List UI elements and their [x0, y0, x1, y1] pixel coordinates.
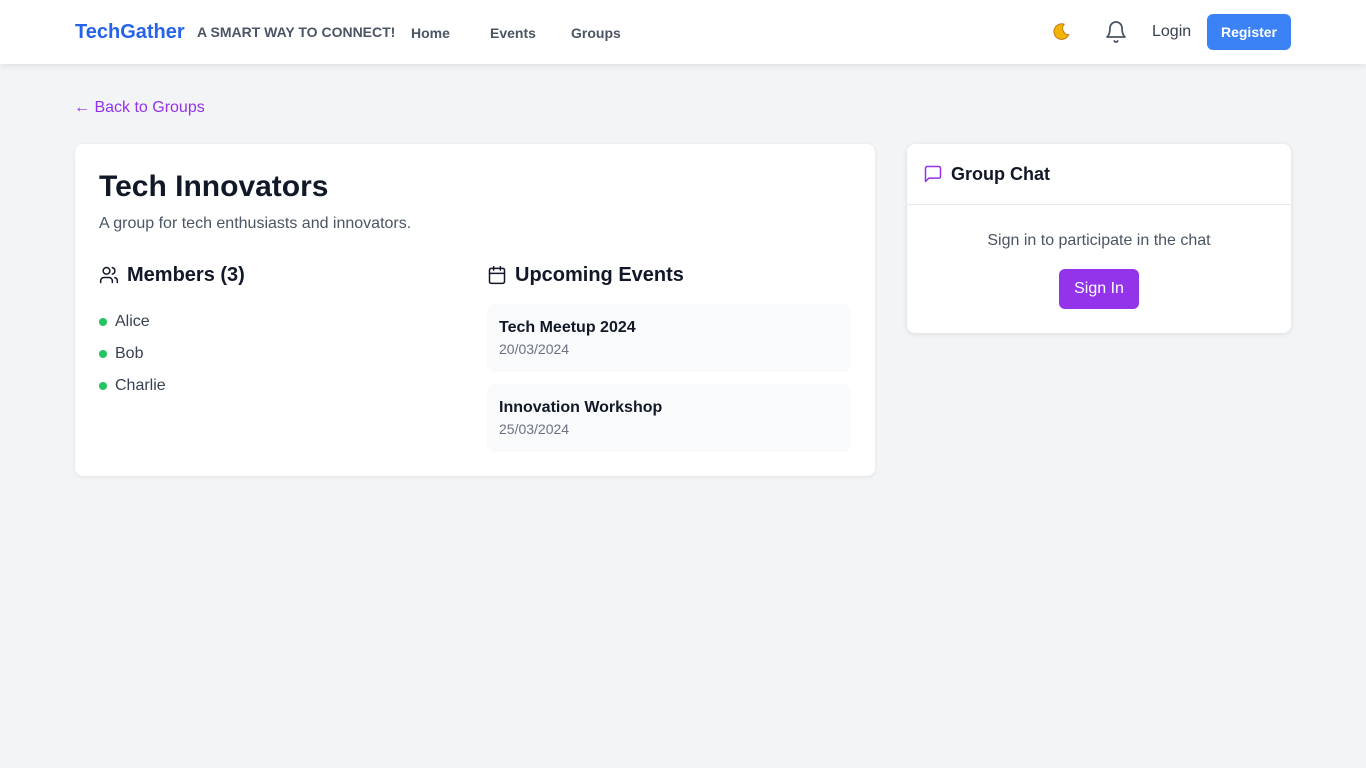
- online-status-dot: [99, 382, 107, 390]
- events-heading-label: Upcoming Events: [515, 263, 684, 286]
- nav-home-link[interactable]: Home: [411, 25, 450, 41]
- back-to-groups-link[interactable]: ← Back to Groups: [74, 99, 205, 117]
- chat-signin-prompt: Sign in to participate in the chat: [987, 232, 1211, 249]
- member-name: Bob: [115, 345, 144, 362]
- brand-logo[interactable]: TechGather: [75, 21, 185, 44]
- members-heading-label: Members (3): [127, 263, 245, 286]
- tagline: A SMART WAY TO CONNECT!: [197, 24, 396, 40]
- member-name: Alice: [115, 313, 150, 330]
- member-item: Alice: [99, 306, 166, 338]
- navbar: TechGather A SMART WAY TO CONNECT! Home …: [0, 0, 1366, 64]
- member-list: Alice Bob Charlie: [99, 306, 166, 402]
- event-name: Innovation Workshop: [499, 399, 663, 416]
- group-title: Tech Innovators: [99, 170, 329, 203]
- event-date: 25/03/2024: [499, 421, 570, 437]
- member-item: Bob: [99, 338, 166, 370]
- moon-icon[interactable]: [1050, 21, 1072, 43]
- chat-header: Group Chat: [907, 144, 1291, 205]
- members-heading: Members (3): [99, 262, 245, 288]
- calendar-icon: [488, 265, 506, 285]
- online-status-dot: [99, 350, 107, 358]
- register-button[interactable]: Register: [1207, 14, 1291, 50]
- event-card[interactable]: Tech Meetup 2024 20/03/2024: [487, 304, 851, 372]
- group-chat-card: Group Chat Sign in to participate in the…: [907, 144, 1291, 333]
- group-details-card: Tech Innovators A group for tech enthusi…: [75, 144, 875, 476]
- group-description: A group for tech enthusiasts and innovat…: [99, 215, 412, 232]
- member-name: Charlie: [115, 377, 166, 394]
- online-status-dot: [99, 318, 107, 326]
- bell-icon[interactable]: [1104, 20, 1128, 44]
- sign-in-button[interactable]: Sign In: [1059, 269, 1139, 309]
- event-list: Tech Meetup 2024 20/03/2024 Innovation W…: [487, 304, 851, 464]
- nav-groups-link[interactable]: Groups: [571, 25, 621, 41]
- event-name: Tech Meetup 2024: [499, 319, 636, 336]
- events-heading: Upcoming Events: [487, 262, 684, 288]
- nav-events-link[interactable]: Events: [490, 25, 536, 41]
- event-date: 20/03/2024: [499, 341, 570, 357]
- member-item: Charlie: [99, 370, 166, 402]
- event-card[interactable]: Innovation Workshop 25/03/2024: [487, 384, 851, 452]
- chat-bubble-icon: [924, 165, 942, 183]
- users-icon: [99, 266, 119, 284]
- login-link[interactable]: Login: [1152, 23, 1191, 41]
- chat-title: Group Chat: [951, 163, 1050, 184]
